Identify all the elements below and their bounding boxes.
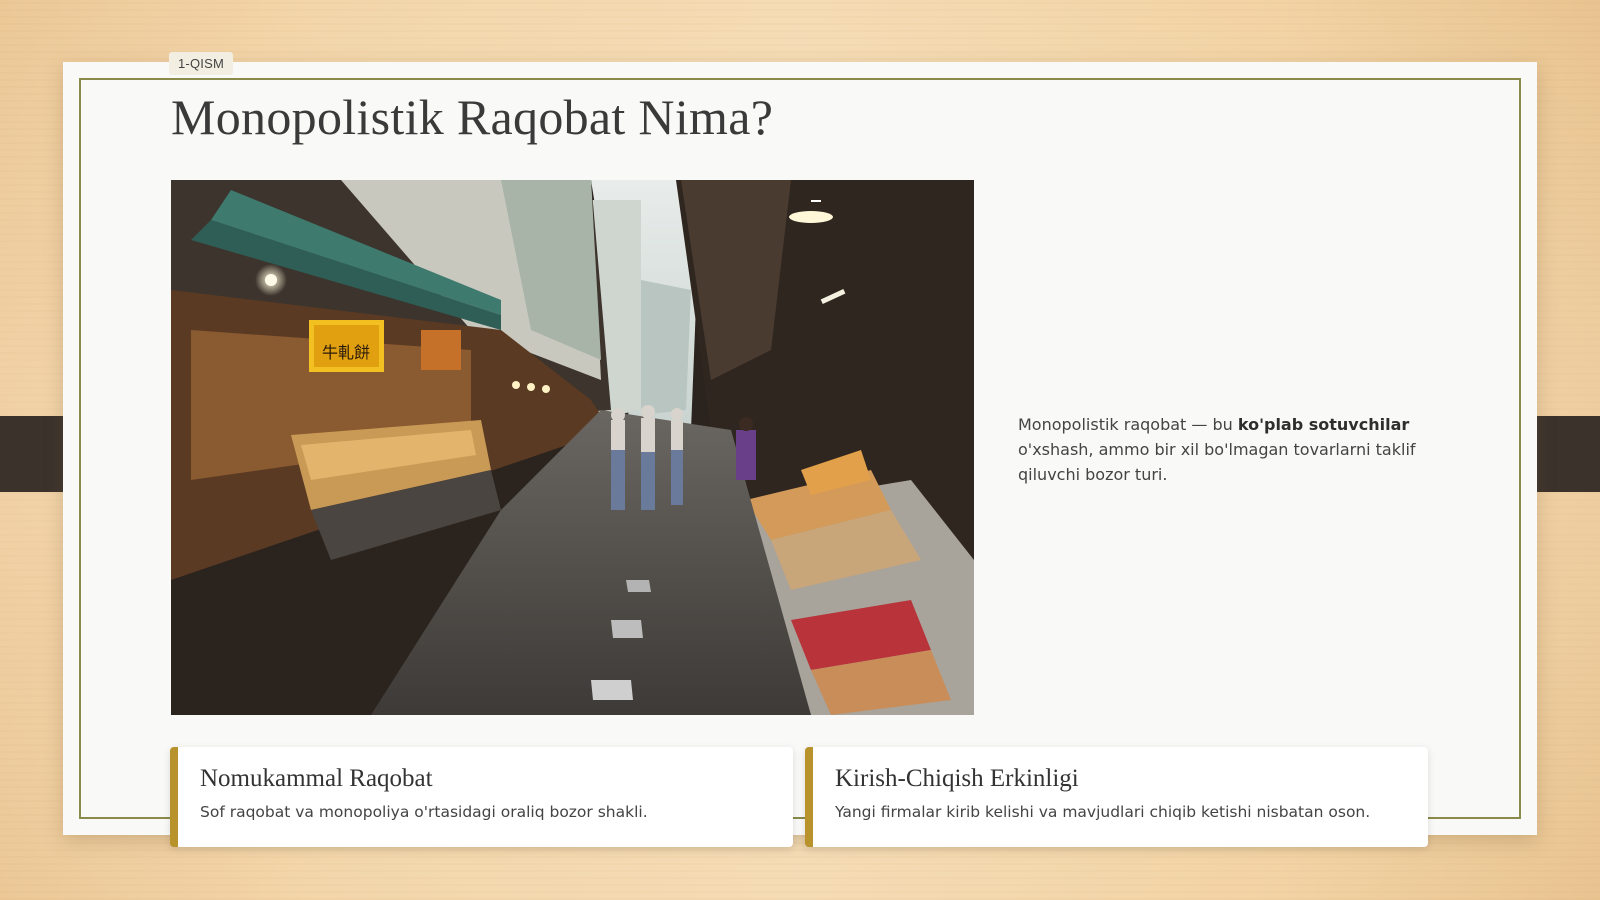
market-street-photo: 牛軋餅 [171,180,974,715]
card-text: Yangi firmalar kirib kelishi va mavjudla… [835,803,1371,821]
shop-sign-text: 牛軋餅 [322,343,370,362]
card-text: Sof raqobat va monopoliya o'rtasidagi or… [200,803,648,821]
card-title: Kirish-Chiqish Erkinligi [835,765,1079,792]
description-text: Monopolistik raqobat — bu ko'plab sotuvc… [1018,412,1428,487]
section-tag: 1-QISM [169,52,233,75]
card-imperfect-competition: Nomukammal Raqobat Sof raqobat va monopo… [170,747,793,847]
card-title: Nomukammal Raqobat [200,765,433,792]
slide: 1-QISM Monopolistik Raqobat Nima? 牛軋餅 Mo… [63,52,1537,835]
description-prefix: Monopolistik raqobat — bu [1018,415,1238,434]
market-photo-illustration: 牛軋餅 [171,180,974,715]
description-bold: ko'plab sotuvchilar [1237,415,1410,434]
description-suffix: o'xshash, ammo bir xil bo'lmagan tovarla… [1018,440,1416,484]
card-free-entry-exit: Kirish-Chiqish Erkinligi Yangi firmalar … [805,747,1428,847]
page-title: Monopolistik Raqobat Nima? [171,89,774,145]
